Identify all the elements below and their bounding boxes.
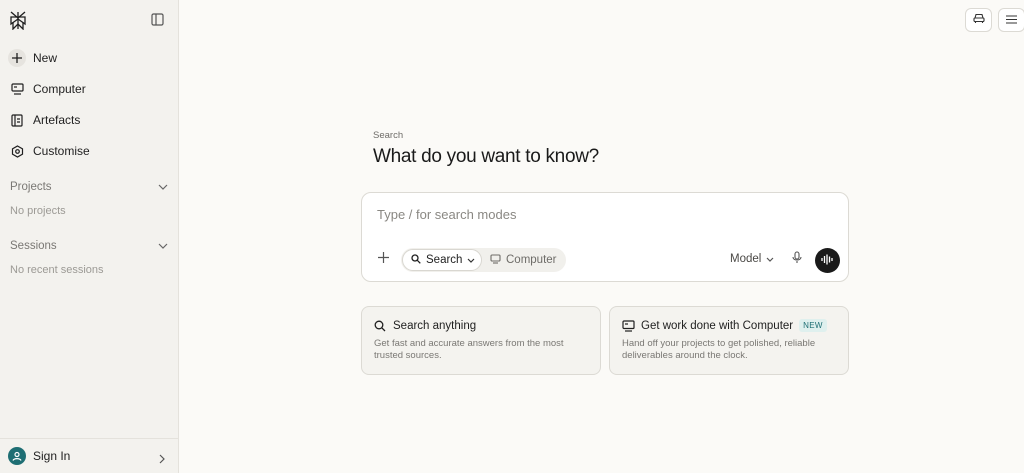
sidebar-item-label: Customise [33, 144, 90, 158]
plus-icon [8, 49, 26, 67]
search-icon [411, 253, 421, 267]
card-description: Get fast and accurate answers from the m… [374, 338, 564, 361]
card-title: Search anything [393, 319, 477, 332]
search-icon [374, 319, 387, 332]
attach-button[interactable] [375, 251, 391, 267]
chevron-down-icon [467, 254, 475, 266]
projects-section-title: Projects [10, 181, 52, 193]
card-title: Get work done with Computer [641, 319, 794, 332]
computer-icon [622, 319, 635, 332]
sign-in-button[interactable]: Sign In [0, 438, 179, 473]
mode-search-button[interactable]: Search [402, 249, 482, 271]
voice-mode-button[interactable] [815, 248, 840, 273]
computer-card[interactable]: Get work done with Computer NEW Hand off… [609, 306, 849, 375]
computer-icon [8, 80, 26, 98]
microphone-button[interactable] [790, 251, 804, 269]
card-description: Hand off your projects to get polished, … [622, 338, 816, 361]
menu-button[interactable] [998, 8, 1024, 32]
projects-empty-text: No projects [10, 205, 66, 217]
artefacts-icon [8, 111, 26, 129]
chevron-down-icon [766, 253, 774, 265]
sign-in-label: Sign In [33, 449, 71, 463]
chevron-down-icon [158, 240, 168, 252]
sessions-section-header[interactable]: Sessions [10, 240, 168, 252]
car-mode-button[interactable] [965, 8, 992, 32]
sessions-section-title: Sessions [10, 240, 57, 252]
logo-icon[interactable] [9, 11, 27, 31]
projects-section-header[interactable]: Projects [10, 181, 168, 193]
sidebar-toggle-icon[interactable] [151, 13, 165, 27]
mode-computer-button[interactable]: Computer [490, 249, 557, 271]
computer-icon [490, 253, 501, 267]
sidebar-item-label: Computer [33, 82, 86, 96]
menu-icon [1006, 11, 1017, 29]
microphone-icon [792, 251, 802, 269]
chevron-down-icon [158, 181, 168, 193]
waveform-icon [821, 252, 834, 270]
search-composer: Search Computer Model [361, 192, 849, 282]
model-label: Model [730, 253, 762, 265]
sidebar-item-new[interactable]: New [8, 45, 170, 71]
search-mode-toggle: Search Computer [401, 248, 566, 272]
page-eyebrow: Search [373, 130, 404, 141]
sessions-empty-text: No recent sessions [10, 264, 104, 276]
plus-icon [377, 250, 389, 268]
model-select[interactable]: Model [730, 253, 774, 265]
user-avatar-icon [8, 447, 26, 465]
sidebar: New Computer Artefacts Customise Project… [0, 0, 179, 473]
mode-search-label: Search [426, 254, 463, 266]
search-input[interactable] [377, 207, 817, 222]
sidebar-item-computer[interactable]: Computer [8, 76, 170, 102]
page-title: What do you want to know? [373, 146, 599, 167]
chevron-right-icon [159, 451, 165, 469]
sidebar-item-label: Artefacts [33, 113, 81, 127]
mode-computer-label: Computer [506, 254, 557, 266]
car-icon [972, 11, 985, 29]
search-anything-card[interactable]: Search anything Get fast and accurate an… [361, 306, 601, 375]
sidebar-item-artefacts[interactable]: Artefacts [8, 107, 170, 133]
sidebar-item-customise[interactable]: Customise [8, 138, 170, 164]
sidebar-item-label: New [33, 51, 58, 65]
new-badge: NEW [799, 319, 827, 332]
customise-icon [8, 142, 26, 160]
